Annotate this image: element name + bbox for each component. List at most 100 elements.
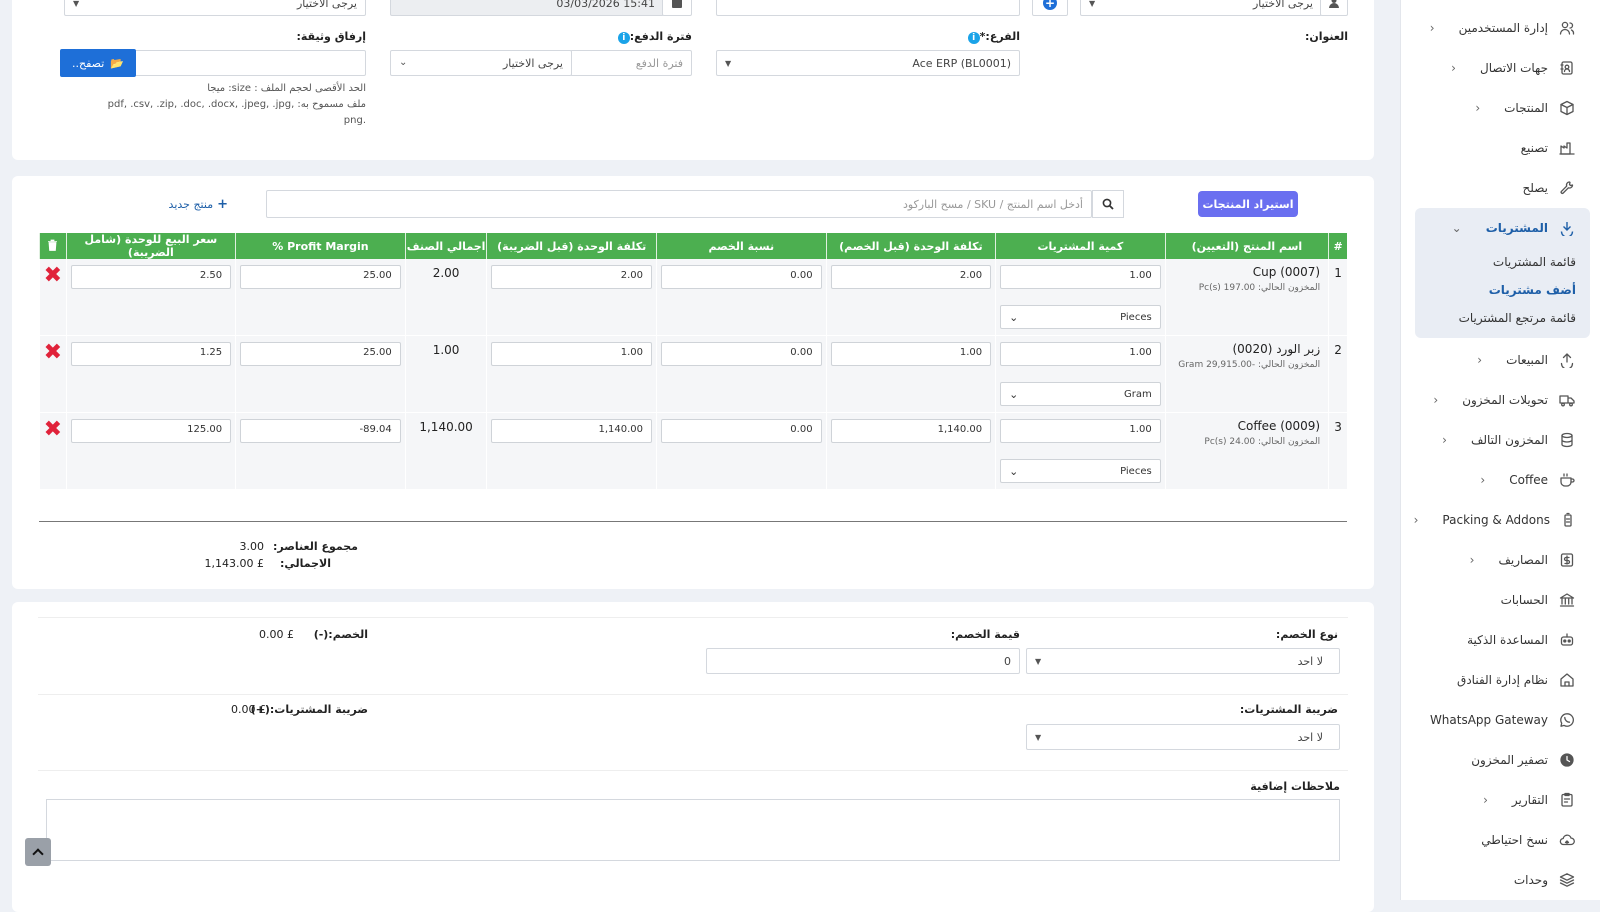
search-button[interactable] — [1092, 190, 1124, 218]
row-number-cell: 2 — [1328, 335, 1347, 413]
sidebar-item-cloud[interactable]: نسخ احتياطي — [1401, 820, 1600, 860]
totals-divider — [39, 521, 1347, 522]
sidebar-item-factory[interactable]: تصنيع — [1401, 128, 1600, 168]
purchase-date-input[interactable]: 15:41 03/03/2026 — [390, 0, 664, 16]
sidebar-item-wrench[interactable]: يصلح — [1401, 168, 1600, 208]
quantity-input[interactable]: 1.00 — [1000, 342, 1161, 366]
caret-down-icon: ▼ — [1035, 733, 1042, 742]
sidebar-item-truck[interactable]: تحويلات المخزون ‹ — [1401, 380, 1600, 420]
purchase-header-card: يرجى الاختيار ▼ + 15:41 03/03/2026 يرجى … — [12, 0, 1374, 160]
product-cell: زبر الورد (0020) المخزون الحالي: -29,915.… — [1164, 335, 1329, 413]
supplier-select[interactable]: يرجى الاختيار ▼ — [1080, 0, 1322, 16]
discount-type-select[interactable]: لا احد ▼ — [1026, 648, 1340, 674]
chevron-down-icon: ⌄ — [1009, 464, 1019, 478]
unit-cost-input[interactable]: 1,140.00 — [830, 419, 992, 443]
sidebar-item-battery[interactable]: Packing & Addons ‹ — [1401, 500, 1600, 540]
profit-margin-cell: -89.04 — [235, 412, 406, 490]
chevron-down-icon: ⌄ — [1009, 310, 1019, 324]
sidebar-item-contacts[interactable]: جهات الاتصال ‹ — [1401, 48, 1600, 88]
allowed-types-text-2: .png — [343, 115, 366, 126]
column-header: تكلفة الوحدة (قبل الخصم) — [825, 233, 996, 259]
chevron-left-icon: ‹ — [1483, 793, 1488, 807]
column-header: سعر البيع للوحدة (شامل الضريبة) — [65, 233, 236, 259]
user-icon — [1329, 0, 1339, 8]
remove-row-icon[interactable]: ✖ — [40, 342, 66, 364]
caret-down-icon: ▼ — [725, 59, 732, 68]
users-icon — [1558, 19, 1576, 37]
row-number: 3 — [1334, 420, 1342, 434]
profit-margin-input[interactable]: 25.00 — [240, 265, 401, 289]
sidebar-item-label: المخزون التالف — [1470, 433, 1548, 447]
supplier-icon-box — [1320, 0, 1348, 16]
new-product-link[interactable]: + منتج جديد — [169, 197, 228, 212]
reference-input[interactable] — [716, 0, 1020, 16]
unit-cost-before-tax-input[interactable]: 1.00 — [491, 342, 652, 366]
sidebar-item-whatsapp[interactable]: WhatsApp Gateway — [1401, 700, 1600, 740]
quantity-input[interactable]: 1.00 — [1000, 419, 1161, 443]
selling-price-input[interactable]: 2.50 — [70, 265, 232, 289]
profit-margin-input[interactable]: -89.04 — [240, 419, 401, 443]
sidebar-item-layers[interactable]: وحدات — [1401, 860, 1600, 900]
sidebar-item-box[interactable]: المنتجات ‹ — [1401, 88, 1600, 128]
scroll-top-button[interactable] — [25, 838, 51, 866]
unit-cost-before-tax-cell: 1,140.00 — [486, 412, 657, 490]
sidebar-item-clock[interactable]: تصفير المخزون — [1401, 740, 1600, 780]
sidebar-subitem-add-purchase[interactable]: أضف مشتريات — [1415, 276, 1590, 304]
net-total-label: الاجمالي: — [279, 557, 331, 570]
discount-percent-input[interactable]: 0.00 — [661, 419, 822, 443]
sidebar-item-label: نظام إدارة الفنادق — [1457, 673, 1548, 687]
selling-price-input[interactable]: 1.25 — [70, 342, 232, 366]
sidebar-item-report[interactable]: التقارير ‹ — [1401, 780, 1600, 820]
sidebar-item-purchases[interactable]: المشتريات ⌄ — [1415, 208, 1590, 248]
unit-cost-before-tax-input[interactable]: 1,140.00 — [491, 419, 652, 443]
discount-percent-input[interactable]: 0.00 — [661, 265, 822, 289]
box-icon — [1558, 99, 1576, 117]
product-search-input[interactable]: أدخل اسم المنتج / SKU / مسح الباركود — [266, 190, 1092, 218]
unit-cost-cell: 1.00 — [825, 335, 996, 413]
contacts-icon — [1558, 59, 1576, 77]
purchase-tax-select[interactable]: لا احد ▼ — [1026, 724, 1340, 750]
line-total: 1,140.00 — [419, 420, 473, 434]
discount-percent-input[interactable]: 0.00 — [661, 342, 822, 366]
file-name-input[interactable] — [134, 50, 366, 76]
browse-button[interactable]: 📂 تصفح.. — [60, 49, 136, 77]
pay-term-select[interactable]: يرجى الاختيار ⌄ — [390, 50, 572, 76]
unit-cost-input[interactable]: 2.00 — [830, 265, 992, 289]
unit-select[interactable]: Pieces ⌄ — [1000, 305, 1161, 329]
status-select[interactable]: يرجى الاختيار ▼ — [64, 0, 366, 16]
branch-select[interactable]: Ace ERP (BL0001) ▼ — [716, 50, 1020, 76]
product-stock: المخزون الحالي: 24.00 Pc(s) — [1204, 437, 1321, 447]
pay-term-input[interactable]: فترة الدفع — [570, 50, 692, 76]
quantity-input[interactable]: 1.00 — [1000, 265, 1161, 289]
sidebar-item-users[interactable]: إدارة المستخدمين ‹ — [1401, 8, 1600, 48]
sidebar-item-label: تصفير المخزون — [1471, 753, 1548, 767]
sidebar-item-database[interactable]: المخزون التالف ‹ — [1401, 420, 1600, 460]
selling-price-cell: 125.00 — [65, 412, 236, 490]
sidebar-item-label: وحدات — [1513, 873, 1548, 887]
unit-select[interactable]: Pieces ⌄ — [1000, 459, 1161, 483]
sidebar-subitem-purchase-return[interactable]: قائمة مرتجع المشتريات — [1415, 304, 1590, 332]
remove-cell: ✖ — [39, 259, 67, 336]
unit-cost-before-tax-input[interactable]: 2.00 — [491, 265, 652, 289]
notes-textarea[interactable] — [46, 799, 1340, 861]
add-supplier-button[interactable]: + — [1032, 0, 1068, 16]
unit-cost-input[interactable]: 1.00 — [830, 342, 992, 366]
remove-row-icon[interactable]: ✖ — [40, 265, 66, 287]
selling-price-input[interactable]: 125.00 — [70, 419, 232, 443]
sidebar-item-hotel[interactable]: نظام إدارة الفنادق — [1401, 660, 1600, 700]
remove-row-icon[interactable]: ✖ — [40, 419, 66, 441]
discount-type-label: نوع الخصم: — [1275, 628, 1338, 641]
sidebar-item-upload[interactable]: المبيعات ‹ — [1401, 340, 1600, 380]
import-products-button[interactable]: استيراد المنتجات — [1198, 191, 1298, 217]
row-number-cell: 3 — [1328, 412, 1347, 490]
profit-margin-input[interactable]: 25.00 — [240, 342, 401, 366]
max-size-text: الحد الأقصى لحجم الملف : size: ميجا — [207, 83, 366, 94]
discount-amount-input[interactable]: 0 — [706, 648, 1020, 674]
unit-select[interactable]: Gram ⌄ — [1000, 382, 1161, 406]
sidebar-item-coffee[interactable]: Coffee ‹ — [1401, 460, 1600, 500]
sidebar-subitem-purchase-list[interactable]: قائمة المشتريات — [1415, 248, 1590, 276]
sidebar-item-bank[interactable]: الحسابات — [1401, 580, 1600, 620]
trash-icon[interactable] — [39, 233, 67, 259]
sidebar-item-robot[interactable]: المساعدة الذكية — [1401, 620, 1600, 660]
sidebar-item-dollar[interactable]: المصاريف ‹ — [1401, 540, 1600, 580]
